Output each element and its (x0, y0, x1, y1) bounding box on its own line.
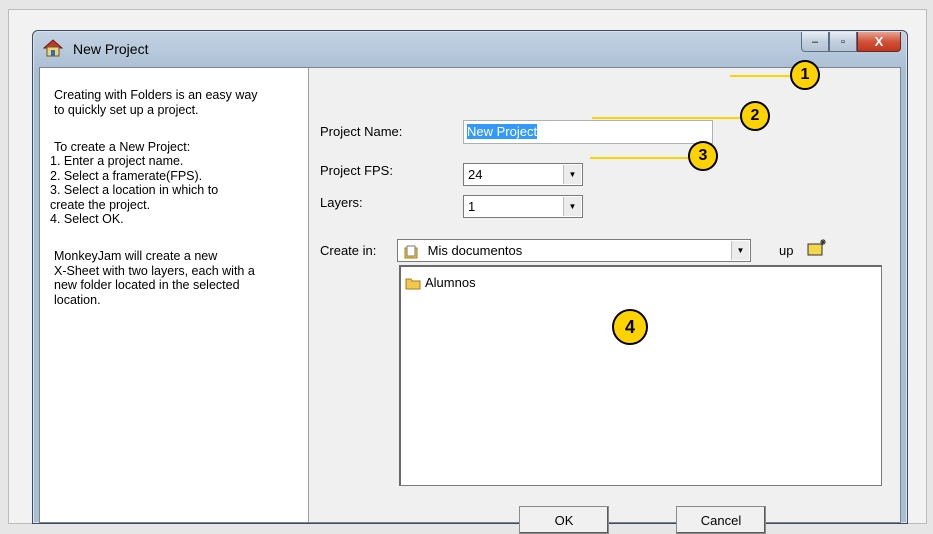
callout-3: 3 (688, 141, 718, 171)
fps-label: Project FPS: (320, 163, 393, 178)
list-item-label: Alumnos (425, 275, 476, 290)
minimize-button[interactable]: – (801, 32, 829, 52)
callout-2: 2 (740, 101, 770, 131)
title-bar[interactable]: New Project – ▫ X (33, 31, 907, 67)
project-name-label: Project Name: (320, 124, 403, 139)
project-name-selected-text: New Project (467, 124, 538, 139)
dialog-client-area: Creating with Folders is an easy way to … (39, 67, 901, 534)
fps-value: 24 (468, 167, 483, 182)
project-name-input[interactable]: New Project (463, 120, 713, 144)
chevron-down-icon[interactable]: ▼ (731, 241, 749, 260)
close-button[interactable]: X (857, 32, 901, 52)
list-item[interactable]: Alumnos (405, 275, 476, 290)
help-pane: Creating with Folders is an easy way to … (40, 68, 309, 522)
create-in-value: Mis documentos (427, 243, 523, 258)
help-steps-title: To create a New Project: (54, 140, 191, 154)
caption-buttons: – ▫ X (801, 32, 901, 52)
callout-1: 1 (790, 60, 820, 90)
folder-icon (405, 278, 421, 289)
chevron-down-icon[interactable]: ▼ (563, 197, 581, 216)
callout-4: 4 (612, 309, 648, 345)
chevron-down-icon[interactable]: ▼ (563, 165, 581, 184)
help-steps: 1. Enter a project name. 2. Select a fra… (50, 154, 219, 226)
callout-2-line (592, 117, 742, 119)
fps-select[interactable]: 24 ▼ (463, 163, 583, 186)
layers-label: Layers: (320, 195, 363, 210)
cancel-button[interactable]: Cancel (676, 506, 766, 534)
callout-1-line (730, 75, 792, 77)
new-project-dialog: New Project – ▫ X Creating with Folders … (32, 30, 908, 534)
window-title: New Project (73, 41, 149, 57)
help-intro: Creating with Folders is an easy way to … (54, 88, 258, 117)
callout-3-line (590, 157, 690, 159)
house-icon (43, 39, 63, 57)
create-in-label: Create in: (320, 243, 377, 258)
folder-list[interactable]: Alumnos (399, 265, 882, 486)
layers-value: 1 (468, 199, 476, 214)
form-pane: Project Name: New Project Project FPS: 2… (309, 68, 900, 534)
create-in-select[interactable]: Mis documentos ▼ (397, 239, 751, 262)
ok-button[interactable]: OK (519, 506, 609, 534)
new-folder-icon[interactable] (806, 237, 828, 257)
maximize-button[interactable]: ▫ (829, 32, 857, 52)
documents-folder-icon (404, 245, 418, 259)
help-outro: MonkeyJam will create a new X-Sheet with… (54, 249, 255, 307)
layers-select[interactable]: 1 ▼ (463, 195, 583, 218)
up-button[interactable]: up (779, 243, 793, 258)
